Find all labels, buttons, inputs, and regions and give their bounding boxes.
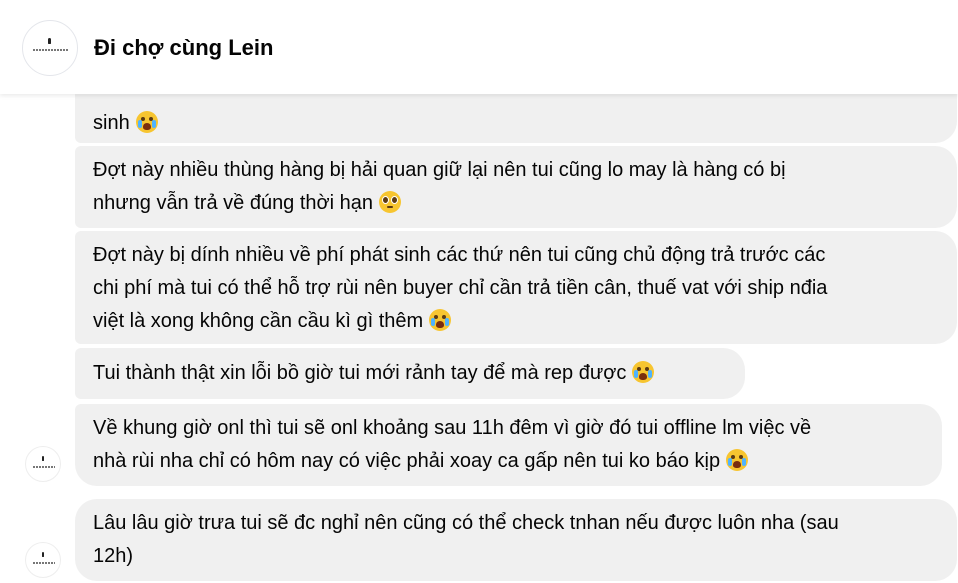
message-line: chi phí mà tui có thể hỗ trợ rùi nên buy…	[93, 277, 828, 299]
message-bubble[interactable]: Về khung giờ onl thì tui sẽ onl khoảng s…	[75, 404, 942, 486]
message-line: việt là xong không cần cầu kì gì thêm	[93, 305, 939, 338]
message-line: Đợt này nhiều thùng hàng bị hải quan giữ…	[93, 159, 786, 181]
logo-text	[33, 562, 55, 564]
logo-figure	[42, 552, 44, 557]
message-line: 12h)	[93, 545, 134, 567]
logo-figure	[42, 456, 44, 461]
message-line: Tui thành thật xin lỗi bồ giờ tui mới rả…	[93, 357, 727, 390]
message-bubble[interactable]: Lâu lâu giờ trưa tui sẽ đc nghỉ nên cũng…	[75, 499, 957, 581]
shop-logo-icon[interactable]	[22, 20, 78, 76]
message-bubble[interactable]: Tui thành thật xin lỗi bồ giờ tui mới rả…	[75, 348, 745, 399]
loudly-crying-face-icon	[726, 449, 749, 471]
message-bubble[interactable]: Đợt này nhiều thùng hàng bị hải quan giữ…	[75, 146, 957, 228]
logo-text	[33, 466, 55, 468]
pleading-face-icon	[379, 191, 402, 213]
message-line: sinh	[93, 107, 939, 140]
loudly-crying-face-icon	[135, 111, 158, 133]
message-line: Đợt này bị dính nhiều về phí phát sinh c…	[93, 244, 826, 266]
chat-window: sinh Đợt này nhiều thùng hàng bị hải qua…	[0, 0, 958, 583]
message-line: nhưng vẫn trả về đúng thời hạn	[93, 187, 939, 220]
logo-figure	[48, 38, 51, 44]
message-bubble[interactable]: Đợt này bị dính nhiều về phí phát sinh c…	[75, 231, 957, 344]
loudly-crying-face-icon	[429, 309, 452, 331]
message-line: nhà rùi nha chỉ có hôm nay có việc phải …	[93, 445, 924, 478]
loudly-crying-face-icon	[632, 361, 655, 383]
logo-text	[33, 49, 69, 51]
sender-avatar[interactable]	[25, 446, 61, 482]
conversation-title[interactable]: Đi chợ cùng Lein	[94, 33, 273, 63]
conversation-header: Đi chợ cùng Lein	[0, 0, 958, 94]
message-line: Lâu lâu giờ trưa tui sẽ đc nghỉ nên cũng…	[93, 512, 839, 534]
sender-avatar[interactable]	[25, 542, 61, 578]
message-line: Về khung giờ onl thì tui sẽ onl khoảng s…	[93, 417, 812, 439]
